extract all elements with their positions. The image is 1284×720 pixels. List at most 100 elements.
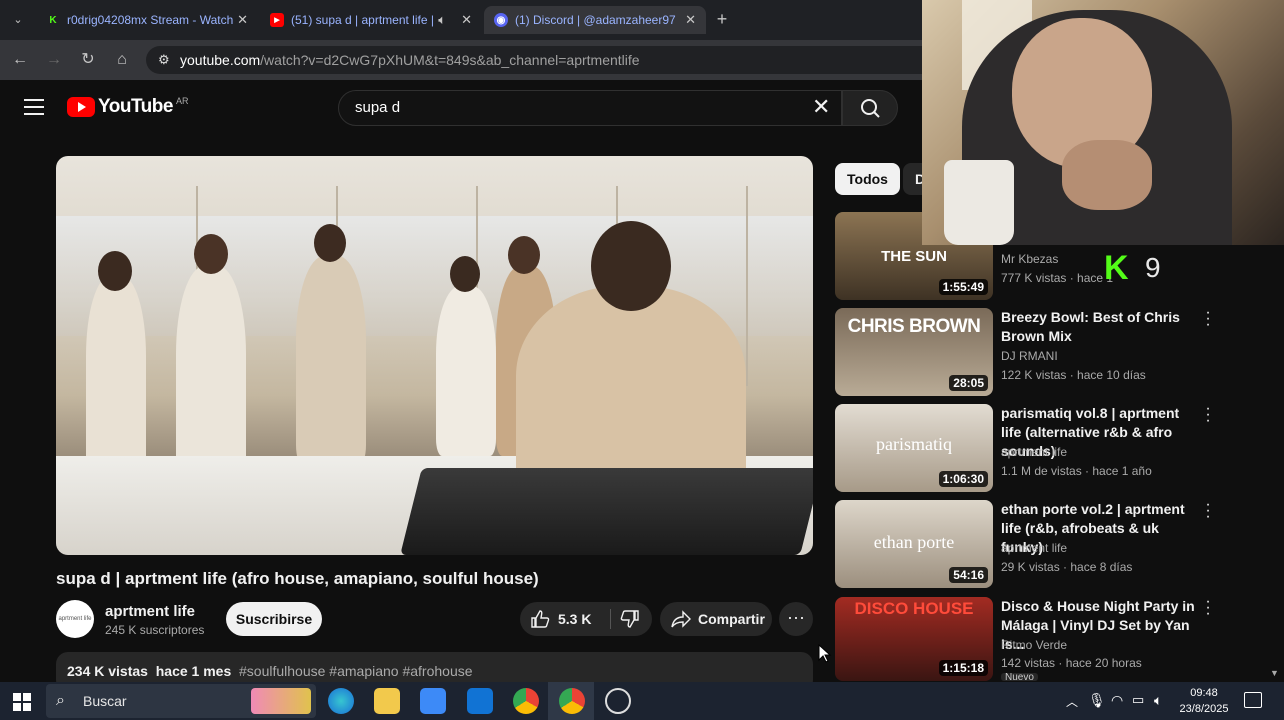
outlook-icon[interactable] xyxy=(467,688,493,714)
store-icon[interactable] xyxy=(420,688,446,714)
search-icon: ⌕ xyxy=(56,692,65,709)
channel-avatar[interactable]: aprtment life xyxy=(56,600,94,638)
chevron-up-icon[interactable]: ︿ xyxy=(1066,693,1078,710)
battery-icon[interactable]: ▭ xyxy=(1132,692,1144,708)
notification-icon[interactable] xyxy=(1244,692,1262,708)
rec-channel[interactable]: aprtment life xyxy=(1001,541,1067,555)
search-icon xyxy=(861,99,880,118)
webcam-overlay xyxy=(922,0,1284,245)
url-bar[interactable]: ⚙ youtube.com/watch?v=d2CwG7pXhUM&t=849s… xyxy=(146,46,936,74)
taskbar-search-box[interactable]: ⌕ Buscar xyxy=(46,684,316,718)
reload-icon[interactable]: ↻ xyxy=(78,50,98,70)
windows-start-icon[interactable] xyxy=(13,693,31,711)
upload-age: hace 1 mes xyxy=(155,663,232,679)
rec-meta: 142 vistas · hace 20 horas xyxy=(1001,656,1142,670)
logo-text: YouTube xyxy=(98,96,173,117)
taskbar-search-label: Buscar xyxy=(83,693,127,709)
close-icon[interactable]: ✕ xyxy=(461,12,472,28)
more-vert-icon[interactable]: · · · xyxy=(1203,401,1213,429)
like-button[interactable]: 5.3 K xyxy=(520,602,610,636)
video-thumbnail[interactable]: DISCO HOUSE 1:15:18 xyxy=(835,597,993,681)
tab-title: r0drig04208mx Stream - Watch xyxy=(67,13,234,27)
rec-title[interactable]: Breezy Bowl: Best of Chris Brown Mix xyxy=(1001,308,1197,346)
recommended-video[interactable]: parismatiq 1:06:30 parismatiq vol.8 | ap… xyxy=(835,401,1235,494)
chrome-active-icon[interactable] xyxy=(559,688,585,714)
mouse-cursor-icon xyxy=(818,644,832,663)
dislike-button[interactable] xyxy=(612,602,652,636)
wifi-icon[interactable]: ◠ xyxy=(1111,692,1123,709)
dancer xyxy=(296,256,366,466)
recommended-video[interactable]: DISCO HOUSE 1:15:18 Disco & House Night … xyxy=(835,594,1235,681)
video-thumbnail[interactable]: ethan porte 54:16 xyxy=(835,500,993,588)
share-button[interactable]: Compartir xyxy=(660,602,772,636)
search-input[interactable]: supa d xyxy=(338,90,842,126)
volume-icon[interactable]: 🔈︎ xyxy=(1154,692,1162,709)
file-explorer-icon[interactable] xyxy=(374,688,400,714)
tab-title: (1) Discord | @adamzaheer97 xyxy=(515,13,676,27)
video-duration: 1:55:49 xyxy=(938,279,988,295)
video-duration: 1:15:18 xyxy=(938,660,988,676)
hand xyxy=(1062,140,1152,210)
chip-all[interactable]: Todos xyxy=(835,163,900,195)
hamburger-menu-icon[interactable] xyxy=(24,99,44,115)
dancer-head xyxy=(98,251,132,291)
rec-channel[interactable]: aprtment life xyxy=(1001,445,1067,459)
recommended-video[interactable]: ethan porte 54:16 ethan porte vol.2 | ap… xyxy=(835,497,1235,590)
share-arrow-icon xyxy=(671,610,691,628)
close-icon[interactable]: ✕ xyxy=(685,12,696,28)
dj xyxy=(516,286,746,486)
thumbs-down-icon xyxy=(620,610,639,628)
thumbnail-text: THE SUN xyxy=(881,248,947,265)
video-player[interactable] xyxy=(56,156,813,555)
video-duration: 54:16 xyxy=(949,567,988,583)
youtube-logo[interactable]: YouTube AR xyxy=(67,96,188,118)
hashtags[interactable]: #soulfulhouse #amapiano #afrohouse xyxy=(239,663,473,679)
overlay-number: 9 xyxy=(1145,252,1161,283)
chrome-icon[interactable] xyxy=(513,688,539,714)
like-count: 5.3 K xyxy=(558,611,592,627)
rec-channel[interactable]: Mr Kbezas xyxy=(1001,252,1058,266)
tab-kick-stream[interactable]: K r0drig04208mx Stream - Watch ✕ xyxy=(36,6,258,34)
recommended-video[interactable]: CHRIS BROWN 28:05 Breezy Bowl: Best of C… xyxy=(835,305,1235,398)
edge-icon[interactable] xyxy=(328,688,354,714)
clear-search-icon[interactable]: ✕ xyxy=(812,96,830,118)
search-button[interactable] xyxy=(842,90,898,126)
subscribe-button[interactable]: Suscribirse xyxy=(226,602,322,636)
video-duration: 1:06:30 xyxy=(938,471,988,487)
windows-taskbar: ⌕ Buscar ︿ 🎙︎ ◠ ▭ 🔈︎ 09:48 23/8/2025 xyxy=(0,682,1284,720)
forward-arrow-icon[interactable]: → xyxy=(44,50,64,70)
dj-head xyxy=(591,221,671,311)
dancer xyxy=(436,286,496,456)
new-badge: Nuevo xyxy=(1001,673,1038,681)
speaker-icon[interactable]: 🔈︎ xyxy=(438,12,446,28)
clock-app-icon[interactable] xyxy=(605,688,631,714)
channel-name[interactable]: aprtment life xyxy=(105,603,195,620)
url-host: youtube.com xyxy=(180,52,261,68)
video-thumbnail[interactable]: parismatiq 1:06:30 xyxy=(835,404,993,492)
close-icon[interactable]: ✕ xyxy=(237,12,248,28)
rec-meta: 122 K vistas · hace 10 días xyxy=(1001,368,1146,382)
tab-youtube[interactable]: ▶ (51) supa d | aprtment life | 🔈︎ ✕ xyxy=(260,6,482,34)
dancer-head xyxy=(508,236,540,274)
thumbnail-text: parismatiq xyxy=(876,434,952,454)
scroll-down-arrow-icon[interactable]: ▼ xyxy=(1270,668,1279,678)
video-thumbnail[interactable]: CHRIS BROWN 28:05 xyxy=(835,308,993,396)
home-icon[interactable]: ⌂ xyxy=(112,50,132,70)
site-settings-icon[interactable]: ⚙ xyxy=(158,46,170,74)
tab-search-chevron-icon[interactable]: ⌄ xyxy=(8,10,28,30)
tab-discord[interactable]: ◉ (1) Discord | @adamzaheer97 ✕ xyxy=(484,6,706,34)
flamingo-widget-icon xyxy=(251,688,311,714)
rec-channel[interactable]: Ritmo Verde xyxy=(1001,638,1067,652)
rec-channel[interactable]: DJ RMANI xyxy=(1001,349,1058,363)
taskbar-clock[interactable]: 09:48 23/8/2025 xyxy=(1178,685,1230,717)
divider xyxy=(610,609,611,629)
more-actions-button[interactable]: ··· xyxy=(779,602,813,636)
more-vert-icon[interactable]: · · · xyxy=(1203,594,1213,622)
new-tab-button[interactable]: + xyxy=(712,9,732,29)
back-arrow-icon[interactable]: ← xyxy=(10,50,30,70)
microphone-icon[interactable]: 🎙︎ xyxy=(1088,692,1106,709)
more-vert-icon[interactable]: · · · xyxy=(1203,305,1213,333)
tab-title: (51) supa d | aprtment life | xyxy=(291,13,434,27)
thumbnail-text: DISCO HOUSE xyxy=(854,599,974,618)
more-vert-icon[interactable]: · · · xyxy=(1203,497,1213,525)
